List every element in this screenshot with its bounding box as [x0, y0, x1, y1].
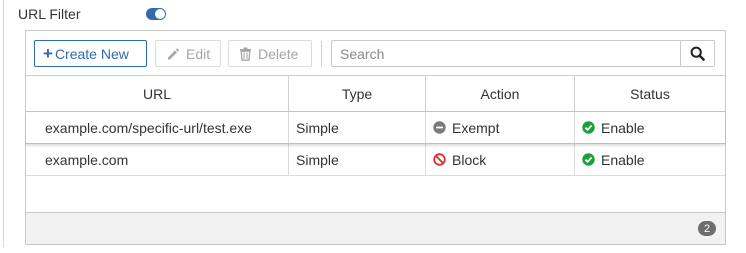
url-filter-label: URL Filter: [18, 6, 81, 22]
trash-icon: [239, 47, 258, 61]
status-label: Enable: [601, 119, 645, 136]
type-cell: Simple: [289, 112, 426, 143]
count-badge: 2: [698, 221, 716, 236]
url-filter-toggle[interactable]: [146, 8, 166, 20]
search-icon: [690, 46, 705, 61]
edit-label: Edit: [186, 45, 211, 62]
action-label: Block: [452, 151, 487, 168]
create-new-button[interactable]: + Create New: [34, 40, 147, 67]
toolbar: + Create New Edit Delete: [26, 31, 725, 75]
url-filter-panel: + Create New Edit Delete URL: [25, 30, 726, 245]
search-button[interactable]: [680, 41, 714, 66]
column-header-status[interactable]: Status: [575, 76, 725, 111]
url-filter-table: URL Type Action Status example.com/speci…: [26, 75, 725, 176]
pencil-icon: [166, 47, 186, 61]
table-row[interactable]: example.com Simple Block Enable: [26, 144, 725, 176]
table-header: URL Type Action Status: [26, 75, 725, 112]
status-cell: Enable: [575, 144, 725, 175]
delete-button[interactable]: Delete: [228, 40, 312, 67]
action-label: Exempt: [452, 119, 500, 136]
search-box: [331, 40, 715, 67]
url-cell: example.com/specific-url/test.exe: [26, 112, 289, 143]
search-input[interactable]: [332, 41, 680, 66]
block-icon: [433, 153, 446, 166]
edit-button[interactable]: Edit: [155, 40, 221, 67]
table-footer: 2: [26, 212, 725, 244]
plus-icon: +: [43, 44, 53, 63]
status-cell: Enable: [575, 112, 725, 143]
url-filter-row: URL Filter: [18, 6, 81, 22]
delete-label: Delete: [258, 45, 299, 62]
check-circle-icon: [582, 121, 595, 134]
type-cell: Simple: [289, 144, 426, 175]
left-border: [3, 0, 4, 247]
column-header-action[interactable]: Action: [426, 76, 575, 111]
status-label: Enable: [601, 151, 645, 168]
column-header-type[interactable]: Type: [289, 76, 426, 111]
action-cell: Block: [426, 144, 575, 175]
action-cell: Exempt: [426, 112, 575, 143]
create-new-label: Create New: [54, 45, 129, 62]
toolbar-divider: [321, 41, 322, 66]
column-header-url[interactable]: URL: [26, 76, 289, 111]
minus-circle-icon: [433, 121, 446, 134]
table-row[interactable]: example.com/specific-url/test.exe Simple…: [26, 112, 725, 144]
check-circle-icon: [582, 153, 595, 166]
url-cell: example.com: [26, 144, 289, 175]
